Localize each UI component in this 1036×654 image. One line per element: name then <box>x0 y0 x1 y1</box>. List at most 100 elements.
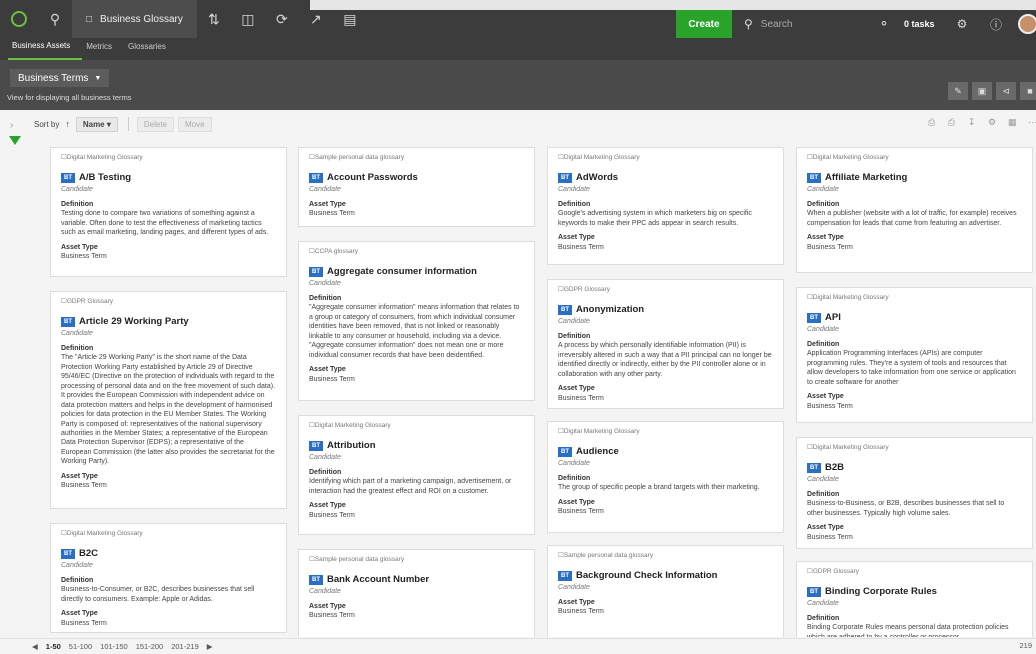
create-button[interactable]: Create <box>676 10 732 38</box>
asset-card[interactable]: Digital Marketing Glossary BT A/B Testing… <box>50 147 287 277</box>
asset-card[interactable]: GDPR Glossary BT Binding Corporate Rules … <box>796 561 1033 637</box>
card-title[interactable]: Account Passwords <box>327 172 418 185</box>
glossary-name[interactable]: Digital Marketing Glossary <box>309 422 524 431</box>
edit-icon[interactable]: ✎ <box>948 82 968 100</box>
business-term-badge: BT <box>558 447 572 458</box>
glossary-name[interactable]: Digital Marketing Glossary <box>807 154 1022 163</box>
page-link-current[interactable]: 1-50 <box>46 642 61 651</box>
glossary-name[interactable]: GDPR Glossary <box>61 298 276 307</box>
asset-type-value: Business Term <box>309 375 355 383</box>
tab-label: Business Glossary <box>100 13 183 25</box>
config-icon[interactable]: ⚙ <box>988 117 996 128</box>
glossary-name[interactable]: CCPA glossary <box>309 248 524 257</box>
glossary-name[interactable]: Digital Marketing Glossary <box>558 154 773 163</box>
asset-card[interactable]: Digital Marketing Glossary BT Audience Ca… <box>547 421 784 533</box>
card-title[interactable]: Attribution <box>327 440 376 453</box>
asset-card[interactable]: Sample personal data glossary BT Backgrou… <box>547 545 784 637</box>
sort-field-select[interactable]: Name ▾ <box>75 116 118 132</box>
move-button[interactable]: Move <box>178 116 212 132</box>
card-title[interactable]: Binding Corporate Rules <box>825 586 937 599</box>
copy-icon[interactable]: ⎙ <box>948 117 955 128</box>
card-title[interactable]: B2B <box>825 462 844 475</box>
next-page-icon[interactable]: ▶ <box>207 642 213 651</box>
card-title[interactable]: AdWords <box>576 172 618 185</box>
database-icon[interactable]: ◫ <box>231 0 265 38</box>
page-link[interactable]: 51-100 <box>69 642 92 651</box>
prev-page-icon[interactable]: ◀ <box>32 642 38 651</box>
card-title[interactable]: Aggregate consumer information <box>327 266 477 279</box>
glossary-name[interactable]: Digital Marketing Glossary <box>61 154 276 163</box>
card-title[interactable]: B2C <box>79 548 98 561</box>
card-title[interactable]: Anonymization <box>576 304 644 317</box>
asset-card[interactable]: Digital Marketing Glossary BT API Candida… <box>796 287 1033 423</box>
asset-type-label: Asset Type <box>807 524 844 532</box>
grid-view-icon[interactable]: ▦ <box>1008 117 1017 128</box>
app-logo[interactable] <box>0 0 38 38</box>
subnav-metrics[interactable]: Metrics <box>82 38 124 60</box>
card-title[interactable]: API <box>825 312 841 325</box>
card-title[interactable]: A/B Testing <box>79 172 131 185</box>
more-icon[interactable]: ⋯ <box>1028 117 1036 128</box>
book-icon: □ <box>86 13 93 25</box>
glossary-name[interactable]: Digital Marketing Glossary <box>558 428 773 437</box>
subnav-business-assets[interactable]: Business Assets <box>8 38 83 60</box>
glossary-name[interactable]: Digital Marketing Glossary <box>807 444 1022 453</box>
basket-icon[interactable]: ⚬ <box>872 10 896 38</box>
card-title[interactable]: Bank Account Number <box>327 574 429 587</box>
glossary-name[interactable]: GDPR Glossary <box>558 286 773 295</box>
asset-type-label: Asset Type <box>61 610 98 618</box>
asset-card[interactable]: Sample personal data glossary BT Bank Acc… <box>298 549 535 637</box>
sort-direction-icon[interactable]: ↑ <box>65 119 70 129</box>
definition-text: The group of specific people a brand tar… <box>558 484 760 492</box>
definition-label: Definition <box>807 341 840 349</box>
asset-card[interactable]: Digital Marketing Glossary BT Attribution… <box>298 415 535 535</box>
hierarchy-icon[interactable]: ⇅ <box>197 0 231 38</box>
tasks-button[interactable]: 0 tasks <box>904 10 935 38</box>
card-title[interactable]: Article 29 Working Party <box>79 316 189 329</box>
glossary-name[interactable]: GDPR Glossary <box>807 568 1022 577</box>
settings-icon[interactable]: ⚙ <box>950 10 974 38</box>
definition-label: Definition <box>309 295 342 303</box>
glossary-name[interactable]: Sample personal data glossary <box>309 556 524 565</box>
view-selector[interactable]: Business Terms ▼ <box>10 69 110 87</box>
delete-icon[interactable]: ■ <box>1020 82 1036 100</box>
asset-card[interactable]: CCPA glossary BT Aggregate consumer infor… <box>298 241 535 401</box>
page-link[interactable]: 201-219 <box>171 642 199 651</box>
asset-type-value: Business Term <box>309 511 355 519</box>
home-icon[interactable]: ⚲ <box>38 0 72 38</box>
page-link[interactable]: 151-200 <box>136 642 164 651</box>
save-icon[interactable]: ▣ <box>972 82 992 100</box>
definition-label: Definition <box>309 469 342 477</box>
asset-card[interactable]: Digital Marketing Glossary BT B2B Candida… <box>796 437 1033 549</box>
glossary-name[interactable]: Sample personal data glossary <box>309 154 524 163</box>
glossary-name[interactable]: Digital Marketing Glossary <box>807 294 1022 303</box>
refresh-icon[interactable]: ⟳ <box>265 0 299 38</box>
avatar[interactable] <box>1018 14 1036 34</box>
help-icon[interactable]: ⓘ <box>984 10 1008 38</box>
asset-card[interactable]: GDPR Glossary BT Article 29 Working Party… <box>50 291 287 509</box>
view-description: View for displaying all business terms <box>7 93 132 102</box>
card-title[interactable]: Affiliate Marketing <box>825 172 907 185</box>
tab-business-glossary[interactable]: □ Business Glossary <box>72 0 197 38</box>
asset-card[interactable]: Digital Marketing Glossary BT AdWords Can… <box>547 147 784 265</box>
definition-text: Google's advertising system in which mar… <box>558 210 752 227</box>
page-link[interactable]: 101-150 <box>100 642 128 651</box>
card-title[interactable]: Background Check Information <box>576 570 717 583</box>
asset-card[interactable]: Digital Marketing Glossary BT Affiliate M… <box>796 147 1033 273</box>
search-box[interactable]: ⚲ Search <box>734 10 864 38</box>
definition-text: When a publisher (website with a lot of … <box>807 210 1017 227</box>
download-icon[interactable]: ↧ <box>968 117 976 128</box>
asset-card[interactable]: GDPR Glossary BTAnonymization Candidate … <box>547 279 784 409</box>
share-icon[interactable]: ⊲ <box>996 82 1016 100</box>
delete-button[interactable]: Delete <box>136 116 175 132</box>
chevron-right-icon[interactable]: › <box>10 120 13 131</box>
subnav-glossaries[interactable]: Glossaries <box>124 38 178 60</box>
export-icon[interactable]: ⎙ <box>928 117 935 128</box>
glossary-name[interactable]: Sample personal data glossary <box>558 552 773 561</box>
asset-card[interactable]: Digital Marketing Glossary BT B2C Candida… <box>50 523 287 633</box>
filter-icon[interactable] <box>9 136 21 145</box>
search-input[interactable]: Search <box>761 19 793 30</box>
glossary-name[interactable]: Digital Marketing Glossary <box>61 530 276 539</box>
card-title[interactable]: Audience <box>576 446 619 459</box>
asset-card[interactable]: Sample personal data glossary BT Account … <box>298 147 535 227</box>
